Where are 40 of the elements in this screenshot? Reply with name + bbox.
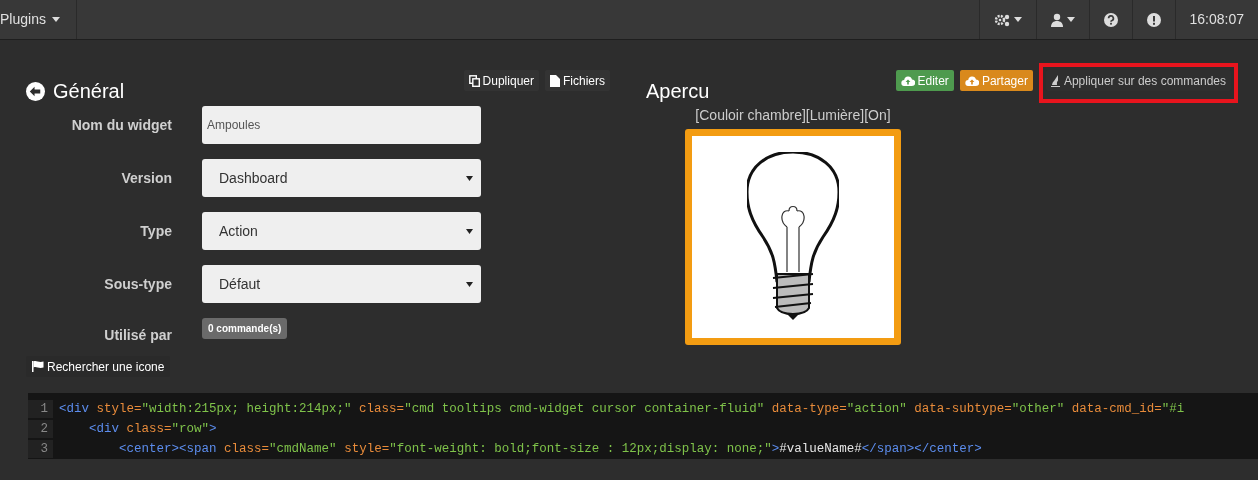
field-label: Version [120, 168, 173, 188]
cloud-upload-icon [900, 75, 915, 86]
code-line: <div class="row"> [88, 420, 217, 438]
code-line: <center><span class="cmdName" style="font-weight: bold;font-size : 12px;display: none;">#valueName#</span></center> [118, 440, 982, 458]
usage-count: 0 commande(s) [202, 318, 288, 339]
gears-icon [993, 12, 1010, 27]
alert-icon [1146, 12, 1161, 27]
caret-icon [51, 17, 60, 22]
line-number: 3 [28, 439, 53, 459]
line-number: 2 [28, 419, 53, 439]
duplicate-button[interactable]: Dupliquer [463, 70, 539, 91]
caret-icon [466, 228, 473, 234]
dropdown-select[interactable]: Dashboard [202, 159, 481, 197]
code-line: <div style="width:215px; height:214px;" class="cmd tooltips cmd-widget cursor container-fluid" data-type="action" data-subtype="other" data-cmd_id="#i [58, 400, 1185, 418]
caret-icon [466, 175, 473, 181]
code-editor[interactable] [28, 393, 1258, 459]
copy-icon [468, 74, 480, 87]
caret-icon [466, 281, 473, 287]
caret-icon [1066, 17, 1075, 22]
brush-icon [1050, 74, 1061, 87]
caret-icon [1013, 17, 1022, 22]
clock-time: 16:08:07 [1174, 0, 1258, 39]
text-input[interactable]: Ampoules [202, 106, 481, 144]
help-icon [1103, 12, 1118, 27]
section-title: Général [53, 79, 125, 104]
field-label: Nom du widget [70, 115, 173, 135]
widget-name: [Couloir chambre][Lumière][On] [695, 106, 891, 125]
dropdown-select[interactable]: Défaut [202, 265, 481, 303]
user-icon [1050, 12, 1063, 27]
files-button[interactable]: Fichiers [545, 70, 610, 91]
field-label: Utilisé par [103, 325, 173, 345]
dropdown-select[interactable]: Action [202, 212, 481, 250]
flag-icon [32, 361, 44, 372]
file-icon [550, 74, 560, 87]
field-label: Sous-type [103, 274, 173, 294]
line-number: 1 [28, 399, 53, 419]
field-label: Type [139, 221, 173, 241]
section-title: Apercu [646, 79, 710, 104]
cloud-upload-icon [964, 75, 979, 86]
plugins-menu[interactable]: Plugins [0, 0, 77, 39]
